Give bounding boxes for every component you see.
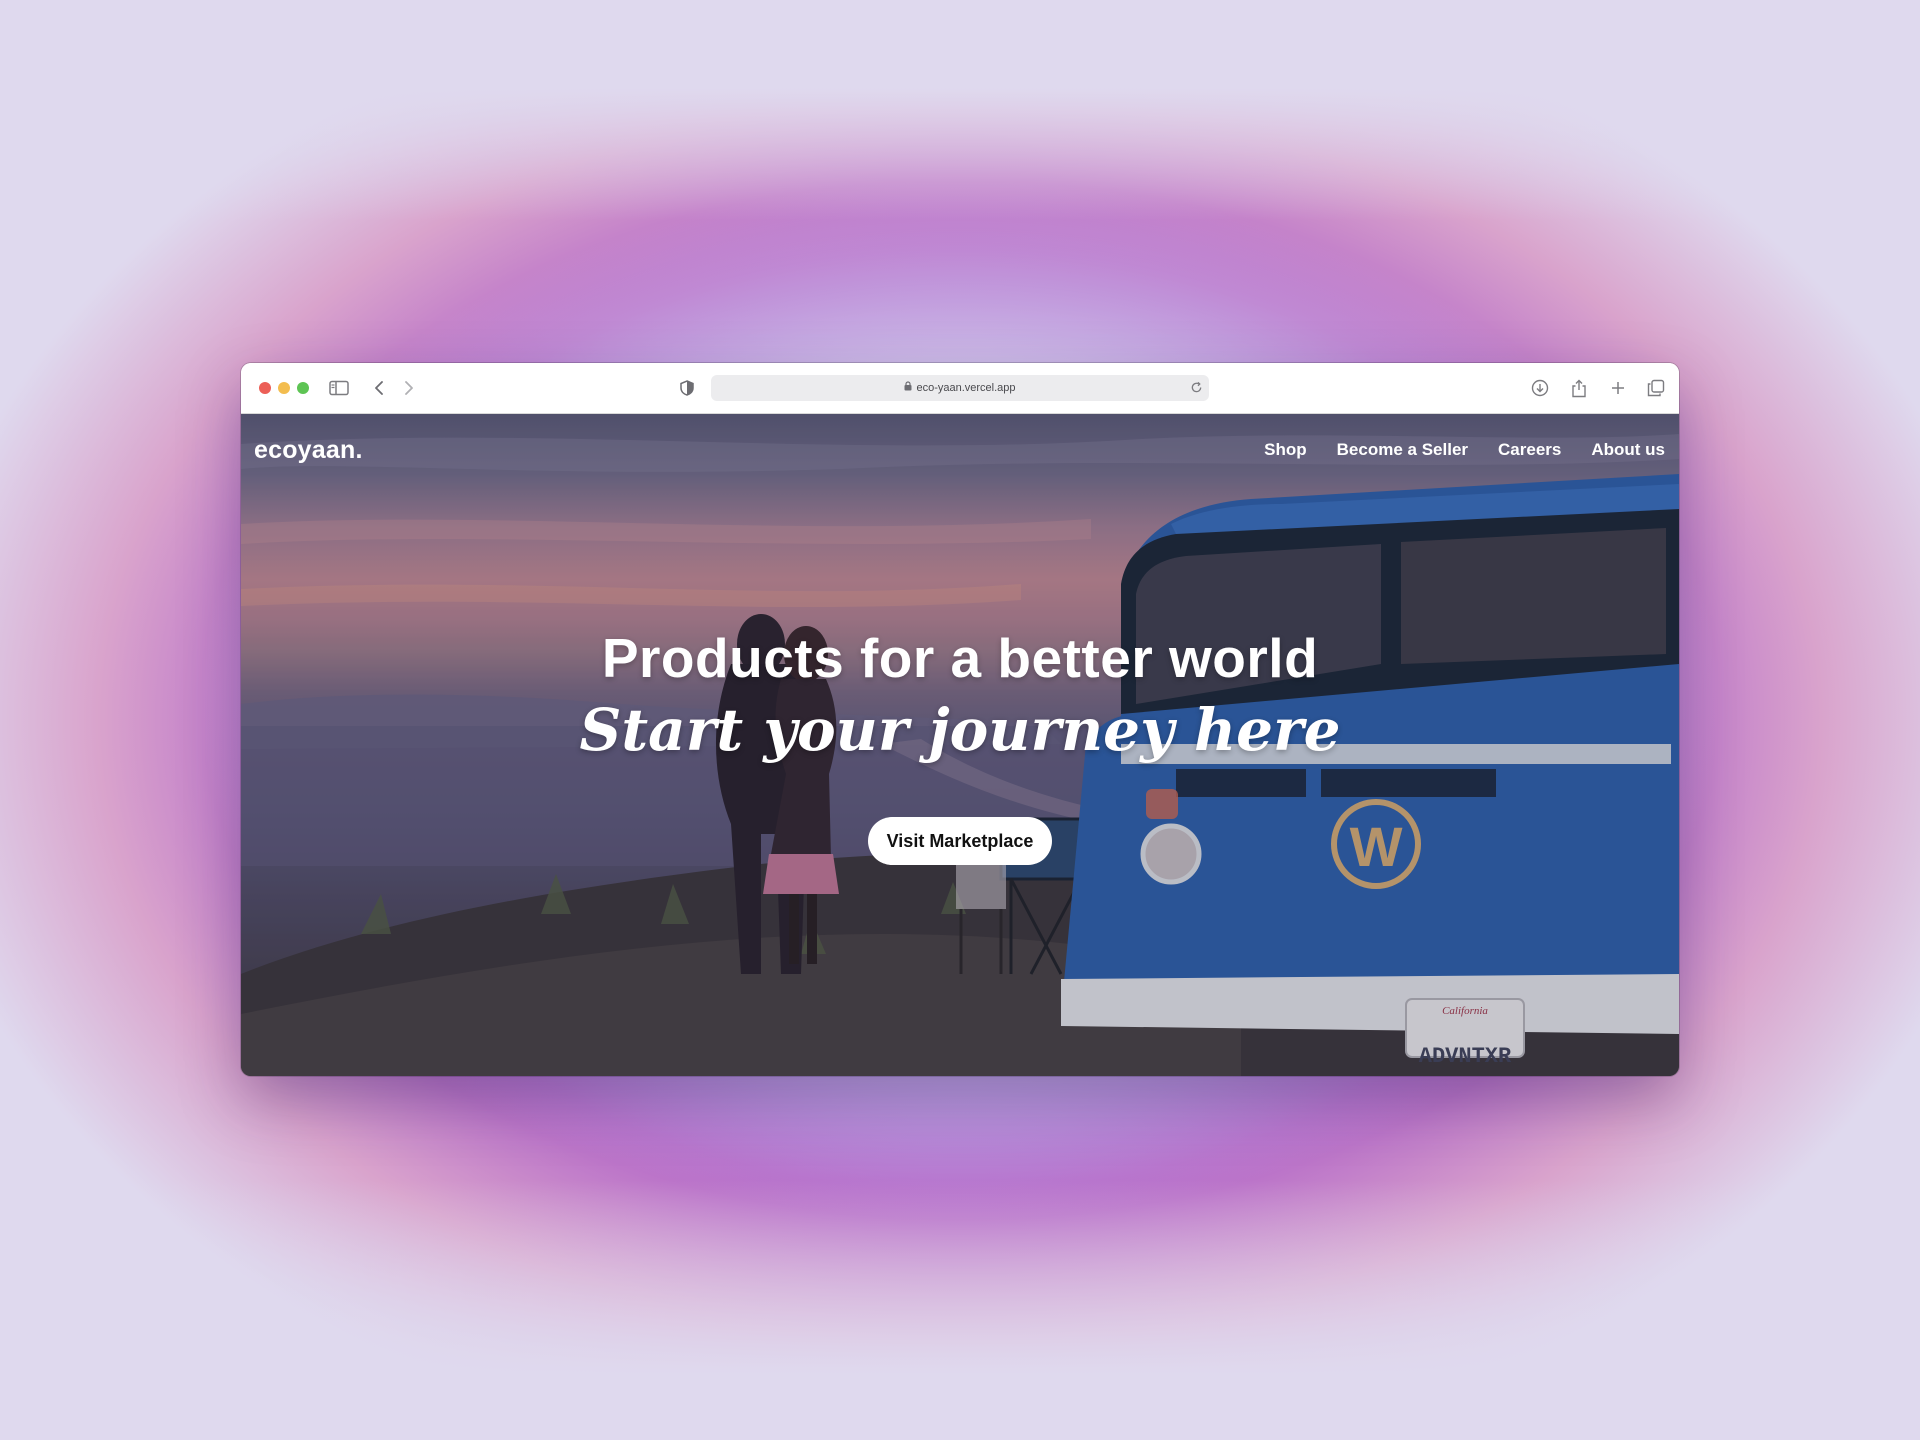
nav-careers[interactable]: Careers <box>1498 440 1561 460</box>
forward-icon[interactable] <box>397 376 421 400</box>
nav-become-a-seller[interactable]: Become a Seller <box>1337 440 1468 460</box>
background-fade-bottom <box>0 1180 1920 1440</box>
new-tab-icon[interactable] <box>1606 376 1630 400</box>
close-window-button[interactable] <box>259 382 271 394</box>
address-bar[interactable]: eco-yaan.vercel.app <box>711 375 1209 401</box>
zoom-window-button[interactable] <box>297 382 309 394</box>
visit-marketplace-button[interactable]: Visit Marketplace <box>868 817 1052 865</box>
tabs-overview-icon[interactable] <box>1644 376 1668 400</box>
url-text: eco-yaan.vercel.app <box>916 382 1016 394</box>
site-logo[interactable]: ecoyaan. <box>254 436 363 465</box>
download-icon[interactable] <box>1528 376 1552 400</box>
nav-about-us[interactable]: About us <box>1591 440 1665 460</box>
browser-window: eco-yaan.vercel.app W California ADVNTXR… <box>241 363 1679 1076</box>
hero-section: W California ADVNTXR ecoyaan. Shop Becom… <box>241 414 1679 1076</box>
shield-icon[interactable] <box>675 376 699 400</box>
browser-toolbar: eco-yaan.vercel.app <box>241 363 1679 414</box>
share-icon[interactable] <box>1567 376 1591 400</box>
minimize-window-button[interactable] <box>278 382 290 394</box>
hero-subheadline: Start your journey here <box>579 696 1341 764</box>
nav-shop[interactable]: Shop <box>1264 440 1307 460</box>
address-text: eco-yaan.vercel.app <box>711 375 1209 401</box>
reload-icon[interactable] <box>1190 381 1203 399</box>
main-nav: Shop Become a Seller Careers About us <box>1264 440 1665 460</box>
license-plate-text: ADVNTXR <box>1418 1044 1512 1069</box>
back-icon[interactable] <box>367 376 391 400</box>
sidebar-icon[interactable] <box>327 376 351 400</box>
hero-headline: Products for a better world <box>601 627 1319 689</box>
background-fade-top <box>0 0 1920 220</box>
lock-icon <box>904 375 912 401</box>
